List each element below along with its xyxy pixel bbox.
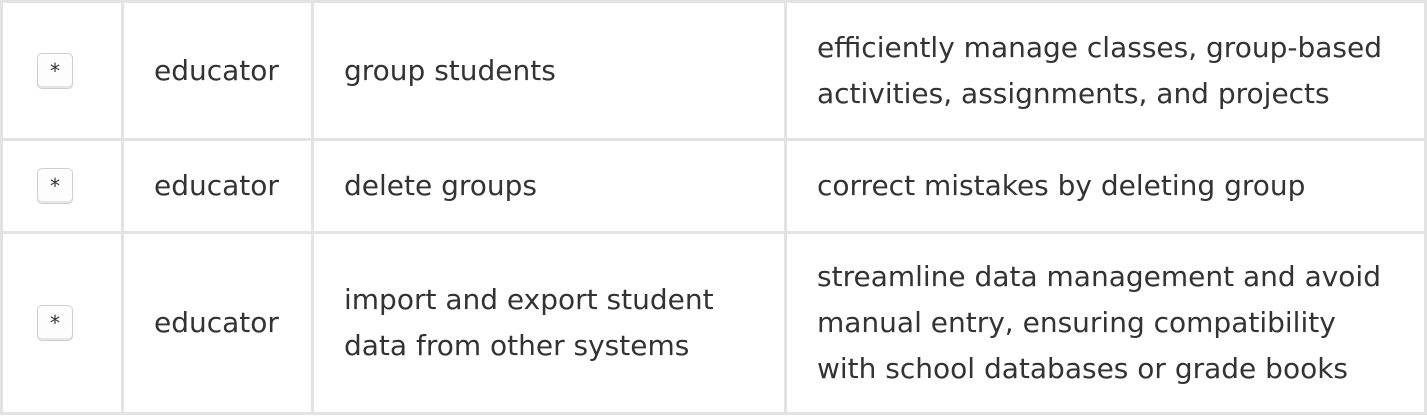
feature-cell: group students <box>314 3 787 138</box>
priority-cell: * <box>0 3 124 138</box>
benefit-cell: correct mistakes by deleting group <box>787 141 1427 231</box>
benefit-text: streamline data management and avoid man… <box>817 260 1381 385</box>
priority-cell: * <box>0 234 124 412</box>
role-cell: educator <box>124 234 314 412</box>
table-row: * educator group students efficiently ma… <box>0 0 1427 138</box>
table-row: * educator delete groups correct mistake… <box>0 138 1427 231</box>
feature-text: group students <box>344 53 556 87</box>
priority-badge: * <box>37 168 73 204</box>
benefit-text: efficiently manage classes, group-based … <box>817 30 1382 110</box>
role-text: educator <box>154 53 279 87</box>
priority-badge: * <box>37 52 73 89</box>
role-text: educator <box>154 169 279 202</box>
benefit-text: correct mistakes by deleting group <box>817 169 1306 202</box>
user-stories-table: * educator group students efficiently ma… <box>0 0 1427 418</box>
feature-text: delete groups <box>344 169 538 202</box>
feature-cell: delete groups <box>314 141 787 231</box>
feature-text: import and export student data from othe… <box>344 283 714 362</box>
priority-cell: * <box>0 141 124 231</box>
role-cell: educator <box>124 141 314 231</box>
table-row: * educator import and export student dat… <box>0 231 1427 415</box>
benefit-cell: efficiently manage classes, group-based … <box>787 3 1427 138</box>
feature-cell: import and export student data from othe… <box>314 234 787 412</box>
role-text: educator <box>154 306 279 339</box>
benefit-cell: streamline data management and avoid man… <box>787 234 1427 412</box>
priority-badge: * <box>37 305 73 341</box>
role-cell: educator <box>124 3 314 138</box>
